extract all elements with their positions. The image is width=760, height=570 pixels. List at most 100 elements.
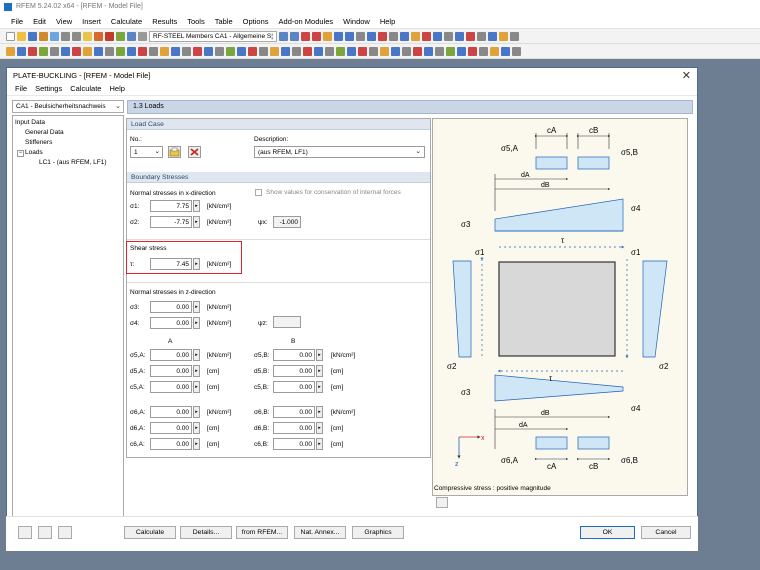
view-icon[interactable] xyxy=(358,46,367,56)
view-icon[interactable] xyxy=(226,46,235,56)
menu-file[interactable]: File xyxy=(6,17,28,26)
menu-calculate[interactable]: Calculate xyxy=(106,17,147,26)
close-icon[interactable]: ✕ xyxy=(682,69,691,82)
module-icon[interactable] xyxy=(476,31,486,41)
c5b-spinner[interactable]: ▸ xyxy=(316,381,323,393)
module-icon[interactable] xyxy=(454,31,464,41)
module-icon[interactable] xyxy=(333,31,343,41)
load-case-no-select[interactable]: 1 ⌄ xyxy=(130,146,163,158)
menu-table[interactable]: Table xyxy=(210,17,238,26)
s6b-input[interactable]: 0.00 xyxy=(273,406,315,418)
module-icon[interactable] xyxy=(509,31,519,41)
ok-button[interactable]: OK xyxy=(580,526,635,539)
description-select[interactable]: (aus RFEM, LF1) ⌄ xyxy=(254,146,425,158)
c5a-spinner[interactable]: ▸ xyxy=(193,381,200,393)
view-icon[interactable] xyxy=(380,46,389,56)
s6b-spinner[interactable]: ▸ xyxy=(316,406,323,418)
view-icon[interactable] xyxy=(182,46,191,56)
view-icon[interactable] xyxy=(83,46,92,56)
member-icon[interactable] xyxy=(39,46,48,56)
view-icon[interactable] xyxy=(336,46,345,56)
menu-options[interactable]: Options xyxy=(238,17,274,26)
c6b-spinner[interactable]: ▸ xyxy=(316,438,323,450)
module-icon[interactable] xyxy=(344,31,354,41)
conservation-checkbox[interactable] xyxy=(255,189,262,196)
view-icon[interactable] xyxy=(204,46,213,56)
view-icon[interactable] xyxy=(248,46,257,56)
dialog-menu-file[interactable]: File xyxy=(11,84,31,93)
module-icon[interactable] xyxy=(388,31,398,41)
c6b-input[interactable]: 0.00 xyxy=(273,438,315,450)
module-icon[interactable] xyxy=(311,31,321,41)
tree-item-general-data[interactable]: General Data xyxy=(15,128,121,138)
view-icon[interactable] xyxy=(314,46,323,56)
d5b-spinner[interactable]: ▸ xyxy=(316,365,323,377)
new-file-icon[interactable] xyxy=(6,31,15,41)
module-icon[interactable] xyxy=(366,31,376,41)
view-icon[interactable] xyxy=(479,46,488,56)
grid-icon[interactable] xyxy=(138,31,147,41)
tree-item-stiffeners[interactable]: Stiffeners xyxy=(15,138,121,148)
view-icon[interactable] xyxy=(270,46,279,56)
support-icon[interactable] xyxy=(61,46,70,56)
d5a-input[interactable]: 0.00 xyxy=(150,365,192,377)
graphic-options-icon[interactable] xyxy=(436,497,448,508)
view-icon[interactable] xyxy=(171,46,180,56)
collapse-icon[interactable]: − xyxy=(17,150,24,157)
s5a-input[interactable]: 0.00 xyxy=(150,349,192,361)
case-combo[interactable]: CA1 - Beulsicherheitsnachweis ⌄ xyxy=(12,100,124,113)
module-icon[interactable] xyxy=(432,31,442,41)
menu-help[interactable]: Help xyxy=(375,17,400,26)
module-icon[interactable] xyxy=(399,31,409,41)
details-button[interactable]: Details... xyxy=(180,526,232,539)
module-icon[interactable] xyxy=(377,31,387,41)
s5b-input[interactable]: 0.00 xyxy=(273,349,315,361)
d5b-input[interactable]: 0.00 xyxy=(273,365,315,377)
open-folder-icon[interactable] xyxy=(17,31,26,41)
sigma1-spinner[interactable]: ▸ xyxy=(193,200,200,212)
nat-annex-button[interactable]: Nat. Annex... xyxy=(294,526,346,539)
line-icon[interactable] xyxy=(28,46,37,56)
module-icon[interactable] xyxy=(487,31,497,41)
view-icon[interactable] xyxy=(160,46,169,56)
table-icon[interactable] xyxy=(127,31,136,41)
d6b-input[interactable]: 0.00 xyxy=(273,422,315,434)
module-icon[interactable] xyxy=(443,31,453,41)
surface-icon[interactable] xyxy=(50,46,59,56)
view-icon[interactable] xyxy=(149,46,158,56)
view-icon[interactable] xyxy=(94,46,103,56)
calculate-button[interactable]: Calculate xyxy=(124,526,176,539)
view-icon[interactable] xyxy=(325,46,334,56)
view-icon[interactable] xyxy=(424,46,433,56)
help-icon[interactable] xyxy=(18,526,32,539)
sigma3-input[interactable]: 0.00 xyxy=(150,301,192,313)
from-rfem-button[interactable]: from RFEM... xyxy=(236,526,288,539)
view-icon[interactable] xyxy=(501,46,510,56)
module-icon[interactable] xyxy=(322,31,332,41)
sigma1-input[interactable]: 7.75 xyxy=(150,200,192,212)
d6a-input[interactable]: 0.00 xyxy=(150,422,192,434)
c5b-input[interactable]: 0.00 xyxy=(273,381,315,393)
view-icon[interactable] xyxy=(490,46,499,56)
new-load-case-icon[interactable] xyxy=(168,146,181,158)
view-icon[interactable] xyxy=(457,46,466,56)
view-icon[interactable] xyxy=(237,46,246,56)
results-icon[interactable] xyxy=(105,31,114,41)
module-icon[interactable] xyxy=(465,31,475,41)
s5a-spinner[interactable]: ▸ xyxy=(193,349,200,361)
menu-add-on-modules[interactable]: Add-on Modules xyxy=(274,17,339,26)
view-icon[interactable] xyxy=(259,46,268,56)
menu-tools[interactable]: Tools xyxy=(182,17,210,26)
delete-load-case-icon[interactable] xyxy=(188,146,201,158)
s6a-spinner[interactable]: ▸ xyxy=(193,406,200,418)
c6a-spinner[interactable]: ▸ xyxy=(193,438,200,450)
view-icon[interactable] xyxy=(292,46,301,56)
edit-icon[interactable] xyxy=(83,31,92,41)
menu-insert[interactable]: Insert xyxy=(77,17,106,26)
view-icon[interactable] xyxy=(435,46,444,56)
view-icon[interactable] xyxy=(413,46,422,56)
model-icon[interactable] xyxy=(50,31,59,41)
sigma4-spinner[interactable]: ▸ xyxy=(193,317,200,329)
sigma3-spinner[interactable]: ▸ xyxy=(193,301,200,313)
c5a-input[interactable]: 0.00 xyxy=(150,381,192,393)
